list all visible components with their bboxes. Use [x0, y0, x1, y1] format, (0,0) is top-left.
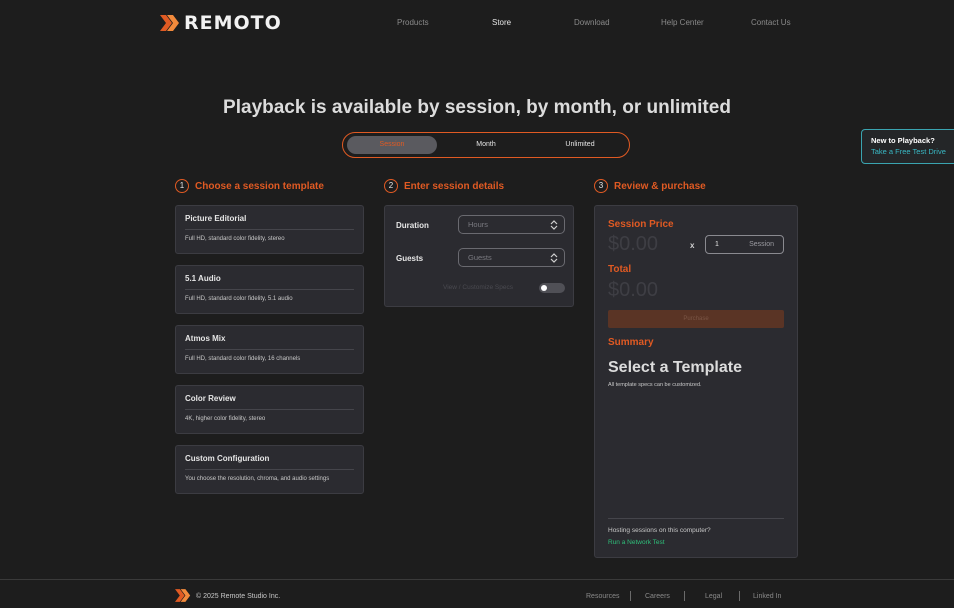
total-value: $0.00: [608, 279, 659, 301]
plan-option-unlimited[interactable]: Unlimited: [535, 136, 625, 154]
guests-select[interactable]: Guests: [458, 248, 565, 267]
template-title: Color Review: [185, 394, 354, 410]
guests-placeholder: Guests: [468, 253, 492, 262]
nav-download[interactable]: Download: [574, 18, 610, 27]
step-1-number: 1: [175, 179, 189, 193]
template-card-picture-editorial[interactable]: Picture Editorial Full HD, standard colo…: [175, 205, 364, 254]
step-3-title: Review & purchase: [614, 180, 706, 192]
step-1-header: 1 Choose a session template: [175, 179, 324, 193]
step-2-title: Enter session details: [404, 180, 505, 192]
session-price-label: Session Price: [608, 219, 674, 230]
chevron-updown-icon: [550, 252, 558, 270]
chevron-updown-icon: [550, 219, 558, 237]
nav-help-center[interactable]: Help Center: [661, 18, 704, 27]
session-price-value: $0.00: [608, 233, 659, 255]
summary-label: Summary: [608, 337, 654, 348]
template-desc: 4K, higher color fidelity, stereo: [185, 416, 266, 422]
template-card-5-1-audio[interactable]: 5.1 Audio Full HD, standard color fideli…: [175, 265, 364, 314]
nav-contact-us[interactable]: Contact Us: [751, 18, 791, 27]
step-2-number: 2: [384, 179, 398, 193]
session-quantity-input[interactable]: 1 Session: [705, 235, 784, 254]
toggle-knob: [541, 285, 547, 291]
step-2-header: 2 Enter session details: [384, 179, 504, 193]
duration-select[interactable]: Hours: [458, 215, 565, 234]
chevron-logo-icon: [160, 15, 179, 31]
template-title: Atmos Mix: [185, 334, 354, 350]
page-headline: Playback is available by session, by mon…: [223, 97, 731, 118]
quantity-unit: Session: [749, 241, 774, 248]
step-3-number: 3: [594, 179, 608, 193]
duration-label: Duration: [396, 221, 429, 230]
site-footer: © 2025 Remote Studio Inc. Resources Care…: [0, 579, 954, 608]
chevron-logo-icon: [175, 589, 191, 602]
footer-separator: [739, 591, 740, 601]
template-desc: Full HD, standard color fidelity, stereo: [185, 236, 285, 242]
guests-label: Guests: [396, 254, 424, 263]
view-customize-specs-label: View / Customize Specs: [443, 284, 513, 291]
footer-link-careers[interactable]: Careers: [645, 593, 670, 600]
copyright-text: © 2025 Remote Studio Inc.: [196, 593, 281, 600]
purchase-button[interactable]: Purchase: [608, 310, 784, 328]
summary-title: Select a Template: [608, 359, 742, 376]
divider: [608, 518, 784, 519]
step-3-header: 3 Review & purchase: [594, 179, 706, 193]
hosting-text: Hosting sessions on this computer?: [608, 527, 711, 534]
footer-link-resources[interactable]: Resources: [586, 593, 619, 600]
site-header: REMOTO Products Store Download Help Cent…: [0, 0, 954, 44]
step-1-title: Choose a session template: [195, 180, 324, 192]
plan-option-month[interactable]: Month: [441, 136, 531, 154]
template-card-custom-configuration[interactable]: Custom Configuration You choose the reso…: [175, 445, 364, 494]
footer-link-legal[interactable]: Legal: [705, 593, 722, 600]
times-sign: x: [690, 241, 695, 250]
template-desc: Full HD, standard color fidelity, 5.1 au…: [185, 296, 293, 302]
template-desc: You choose the resolution, chroma, and a…: [185, 476, 330, 482]
plan-option-session[interactable]: Session: [347, 136, 437, 154]
duration-placeholder: Hours: [468, 220, 489, 229]
quantity-value: 1: [715, 241, 719, 248]
nav-products[interactable]: Products: [397, 18, 429, 27]
template-title: 5.1 Audio: [185, 274, 354, 290]
brand-logo[interactable]: REMOTO: [160, 12, 282, 34]
customize-specs-toggle[interactable]: [539, 283, 565, 293]
template-card-color-review[interactable]: Color Review 4K, higher color fidelity, …: [175, 385, 364, 434]
session-details-panel: Duration Hours Guests Guests View / Cust…: [384, 205, 574, 307]
footer-separator: [630, 591, 631, 601]
footer-link-linked-in[interactable]: Linked In: [753, 593, 781, 600]
network-test-link[interactable]: Run a Network Test: [608, 539, 665, 546]
review-purchase-panel: Session Price $0.00 x 1 Session Total $0…: [594, 205, 798, 558]
template-title: Custom Configuration: [185, 454, 354, 470]
promo-title: New to Playback?: [871, 136, 935, 145]
footer-separator: [684, 591, 685, 601]
template-title: Picture Editorial: [185, 214, 354, 230]
plan-toggle: Session Month Unlimited: [342, 132, 630, 158]
summary-note: All template specs can be customized.: [608, 382, 702, 388]
nav-store[interactable]: Store: [492, 18, 511, 27]
template-desc: Full HD, standard color fidelity, 16 cha…: [185, 356, 301, 362]
test-drive-link[interactable]: Take a Free Test Drive: [871, 147, 954, 156]
test-drive-promo[interactable]: New to Playback? Take a Free Test Drive: [861, 129, 954, 164]
template-card-atmos-mix[interactable]: Atmos Mix Full HD, standard color fideli…: [175, 325, 364, 374]
total-label: Total: [608, 264, 632, 275]
brand-name: REMOTO: [184, 12, 282, 34]
